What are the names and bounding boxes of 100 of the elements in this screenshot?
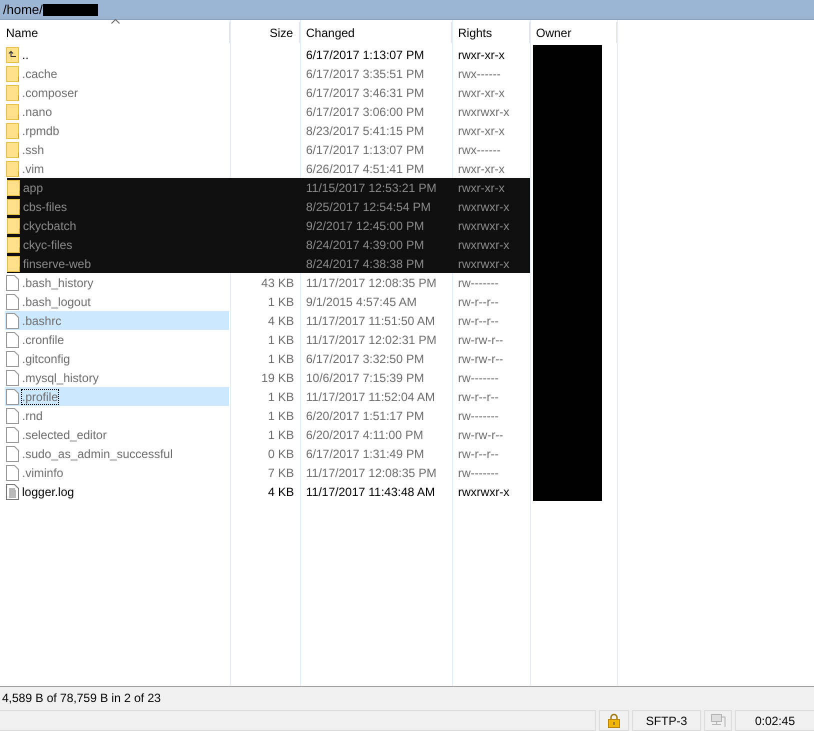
column-header[interactable]: Changed <box>300 22 452 43</box>
file-row[interactable]: .profile <box>5 387 229 406</box>
file-name: .bash_logout <box>22 294 91 308</box>
permissions: rwxr-xr-x <box>458 180 505 194</box>
permissions: rw------- <box>458 276 499 290</box>
file-size: 7 KB <box>268 466 294 480</box>
file-size: 4 KB <box>268 314 294 328</box>
file-name: logger.log <box>22 484 74 498</box>
file-name: .rpmdb <box>22 124 60 138</box>
file-row[interactable]: .rnd <box>5 406 229 425</box>
folder-icon <box>6 104 19 120</box>
file-row[interactable]: .nano <box>5 102 229 121</box>
file-icon <box>6 312 19 328</box>
column-header[interactable]: Owner <box>530 22 617 43</box>
file-name: app <box>23 180 44 194</box>
file-size: 0 KB <box>268 446 294 460</box>
changed-date: 8/24/2017 4:39:00 PM <box>306 238 424 252</box>
file-name: cbs-files <box>23 200 68 214</box>
file-row[interactable]: .sudo_as_admin_successful <box>5 444 229 463</box>
changed-date: 6/20/2017 4:11:00 PM <box>306 428 424 442</box>
file-row[interactable]: .rpmdb <box>5 121 229 140</box>
file-icon <box>6 426 19 442</box>
permissions: rwxrwxr-x <box>458 200 510 214</box>
changed-date: 6/17/2017 3:06:00 PM <box>306 104 424 118</box>
permissions: rw------- <box>458 408 499 422</box>
changed-date: 11/17/2017 12:02:31 PM <box>306 332 437 346</box>
file-name: ckyc-files <box>23 238 72 252</box>
file-size: 1 KB <box>268 294 294 308</box>
file-icon <box>6 274 19 290</box>
file-name: .sudo_as_admin_successful <box>22 446 173 460</box>
file-row[interactable]: .composer <box>5 83 229 102</box>
permissions: rw-r--r-- <box>458 314 499 328</box>
permissions: rwxrwxr-x <box>458 238 510 252</box>
folder-icon <box>6 142 19 158</box>
session-time: 0:02:45 <box>754 714 796 728</box>
changed-date: 11/17/2017 11:52:04 AM <box>306 390 435 404</box>
permissions: rwxr-xr-x <box>458 124 505 138</box>
file-row[interactable]: .cronfile <box>5 330 229 349</box>
permissions: rwxr-xr-x <box>458 162 505 176</box>
file-row[interactable]: .cache <box>5 64 229 83</box>
permissions: rwxrwxr-x <box>458 218 510 232</box>
folder-icon <box>7 256 20 272</box>
file-row[interactable]: .bash_history <box>5 273 229 292</box>
permissions: rwxrwxr-x <box>458 256 510 270</box>
changed-date: 9/1/2015 4:57:45 AM <box>306 294 417 308</box>
changed-date: 8/24/2017 4:38:38 PM <box>306 256 424 270</box>
permissions: rw------- <box>458 370 499 384</box>
file-icon <box>6 332 19 348</box>
changed-date: 11/17/2017 11:43:48 AM <box>306 484 435 498</box>
file-size: 19 KB <box>261 370 294 384</box>
folder-icon <box>7 218 20 234</box>
changed-date: 11/17/2017 11:51:50 AM <box>306 314 435 328</box>
file-icon <box>6 464 19 480</box>
file-size: 1 KB <box>268 428 294 442</box>
column-header[interactable]: Name <box>0 22 230 43</box>
file-row[interactable]: .gitconfig <box>5 349 229 368</box>
file-row[interactable]: .vim <box>5 159 229 178</box>
file-row[interactable]: .viminfo <box>5 463 229 482</box>
file-name: .composer <box>22 86 78 100</box>
file-row[interactable]: .. <box>5 45 229 64</box>
file-name: .bash_history <box>22 276 94 290</box>
file-size: 1 KB <box>268 352 294 366</box>
column-header[interactable]: Size <box>230 22 300 43</box>
file-row[interactable]: .bash_logout <box>5 292 229 311</box>
file-name: .cronfile <box>22 332 64 346</box>
file-name: .profile <box>22 390 58 404</box>
file-row[interactable]: logger.log <box>5 482 229 501</box>
changed-date: 6/20/2017 1:51:17 PM <box>306 408 424 422</box>
file-row[interactable]: cbs-files <box>7 197 230 216</box>
permissions: rwx------ <box>458 66 501 80</box>
file-icon <box>6 294 19 310</box>
file-row[interactable]: app <box>7 178 230 197</box>
changed-date: 8/25/2017 12:54:54 PM <box>306 200 431 214</box>
changed-date: 6/17/2017 3:46:31 PM <box>306 86 424 100</box>
file-name: .. <box>22 48 29 62</box>
changed-date: 11/15/2017 12:53:21 PM <box>306 180 437 194</box>
file-row[interactable]: ckyc-files <box>7 235 230 254</box>
file-row[interactable]: .bashrc <box>5 311 229 330</box>
changed-date: 6/17/2017 3:32:50 PM <box>306 352 424 366</box>
changed-date: 11/17/2017 12:08:35 PM <box>306 276 437 290</box>
folder-icon <box>7 236 20 252</box>
file-row[interactable]: .mysql_history <box>5 368 229 387</box>
permissions: rw-rw-r-- <box>458 332 504 346</box>
permissions: rwxr-xr-x <box>458 86 505 100</box>
changed-date: 6/17/2017 1:13:07 PM <box>306 48 424 62</box>
file-icon <box>6 388 19 404</box>
file-row[interactable]: .ssh <box>5 140 229 159</box>
file-icon <box>6 408 19 424</box>
changed-date: 6/17/2017 1:31:49 PM <box>306 446 424 460</box>
column-header[interactable]: Rights <box>452 22 530 43</box>
file-size: 1 KB <box>268 390 294 404</box>
file-name: .cache <box>22 66 58 80</box>
text-file-icon <box>6 484 19 500</box>
file-row[interactable]: finserve-web <box>7 254 230 273</box>
file-size: 43 KB <box>261 276 294 290</box>
file-row[interactable]: ckycbatch <box>7 216 230 235</box>
file-row[interactable]: .selected_editor <box>5 425 229 444</box>
changed-date: 6/17/2017 1:13:07 PM <box>306 142 424 156</box>
folder-icon <box>6 122 19 138</box>
file-size: 1 KB <box>268 332 294 346</box>
